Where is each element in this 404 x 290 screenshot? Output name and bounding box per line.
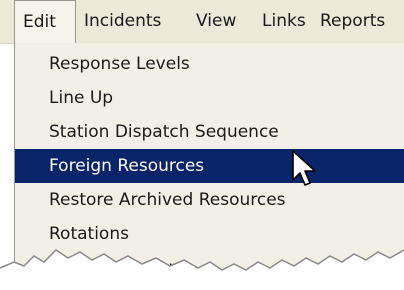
mouse-pointer-arrow-icon	[292, 150, 316, 186]
torn-paper-edge	[0, 249, 404, 290]
